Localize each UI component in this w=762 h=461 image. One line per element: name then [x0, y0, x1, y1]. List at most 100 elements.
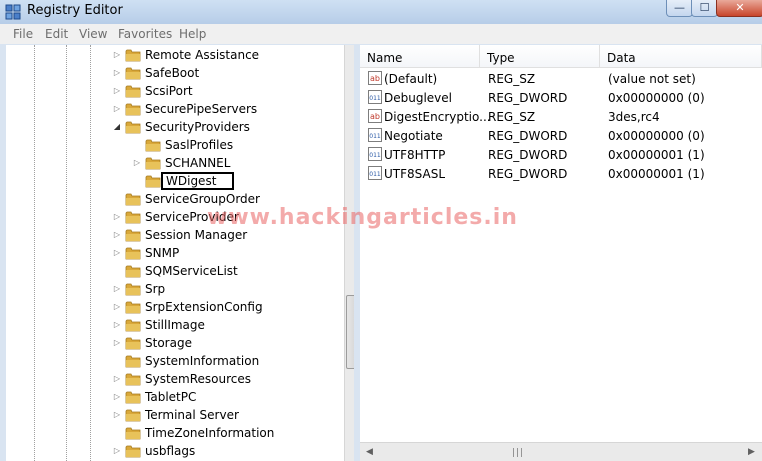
- expand-arrow-icon[interactable]: ▷: [112, 104, 122, 114]
- value-data-cell: 0x00000001 (1): [608, 167, 705, 181]
- registry-tree[interactable]: ▷ Remote Assistance ▷ SafeBoot ▷ ScsiPort ▷ Sec…: [6, 45, 354, 461]
- maximize-button[interactable]: ☐: [691, 0, 718, 17]
- tree-item-label: SecurePipeServers: [145, 102, 258, 116]
- folder-icon: [145, 139, 161, 152]
- menu-edit[interactable]: Edit: [45, 27, 68, 41]
- expand-arrow-icon[interactable]: ▷: [112, 284, 122, 294]
- folder-icon: [125, 319, 141, 332]
- tree-item-label: Storage: [145, 336, 192, 350]
- value-data-cell: (value not set): [608, 72, 696, 86]
- folder-icon: [125, 427, 141, 440]
- expand-arrow-icon[interactable]: ▷: [112, 212, 122, 222]
- expand-arrow-icon[interactable]: ▷: [112, 86, 122, 96]
- minimize-button[interactable]: —: [666, 0, 693, 17]
- tree-item-label: Terminal Server: [145, 408, 239, 422]
- tree-item-securityproviders[interactable]: ◢ SecurityProviders: [112, 119, 336, 137]
- folder-icon: [125, 301, 141, 314]
- expand-arrow-icon[interactable]: ▷: [112, 50, 122, 60]
- value-name-cell: Negotiate: [384, 129, 443, 143]
- folder-icon: [125, 247, 141, 260]
- tree-item-label: SQMServiceList: [145, 264, 238, 278]
- expand-arrow-icon[interactable]: ▷: [112, 338, 122, 348]
- string-value-icon: ab: [368, 71, 382, 85]
- tree-item-stillimage[interactable]: ▷ StillImage: [112, 317, 336, 335]
- tree-item-label: Remote Assistance: [145, 48, 260, 62]
- expand-arrow-icon[interactable]: ▷: [112, 248, 122, 258]
- tree-scrollbar-thumb[interactable]: [346, 295, 354, 369]
- close-button[interactable]: ✕: [716, 0, 762, 17]
- value-name-cell: (Default): [384, 72, 438, 86]
- tree-item-tabletpc[interactable]: ▷ TabletPC: [112, 389, 336, 407]
- menu-help[interactable]: Help: [179, 27, 206, 41]
- expand-arrow-icon[interactable]: ▷: [112, 68, 122, 78]
- column-header-name[interactable]: Name: [360, 45, 480, 68]
- tree-connector: [112, 356, 122, 366]
- expand-arrow-icon[interactable]: ▷: [112, 446, 122, 456]
- expand-arrow-icon[interactable]: ▷: [132, 158, 142, 168]
- value-row[interactable]: ab DigestEncryptio... REG_SZ 3des,rc4: [360, 108, 762, 127]
- value-data-cell: 0x00000000 (0): [608, 129, 705, 143]
- tree-item-saslprofiles[interactable]: SaslProfiles: [132, 137, 336, 155]
- tree-item-label: SrpExtensionConfig: [145, 300, 263, 314]
- expand-arrow-icon[interactable]: ▷: [112, 392, 122, 402]
- expand-arrow-icon[interactable]: ▷: [112, 374, 122, 384]
- tree-item-label: SaslProfiles: [165, 138, 234, 152]
- tree-item-usbflags[interactable]: ▷ usbflags: [112, 443, 336, 461]
- scroll-right-arrow-icon[interactable]: ▶: [748, 447, 755, 457]
- registry-editor-icon: [5, 4, 21, 20]
- tree-item-wdigest[interactable]: WDigest: [132, 172, 336, 191]
- tree-item-systeminformation[interactable]: SystemInformation: [112, 353, 336, 371]
- value-row[interactable]: 011 Debuglevel REG_DWORD 0x00000000 (0): [360, 89, 762, 108]
- folder-icon: [125, 67, 141, 80]
- expand-arrow-icon[interactable]: ▷: [112, 410, 122, 420]
- tree-item-remote-assistance[interactable]: ▷ Remote Assistance: [112, 47, 336, 65]
- value-row[interactable]: 011 Negotiate REG_DWORD 0x00000000 (0): [360, 127, 762, 146]
- tree-scrollbar[interactable]: [344, 45, 354, 461]
- tree-connector: [112, 266, 122, 276]
- values-pane[interactable]: Name Type Data ab (Default) REG_SZ (value n…: [360, 45, 762, 461]
- column-header-type[interactable]: Type: [480, 45, 600, 68]
- expand-arrow-icon[interactable]: ▷: [112, 302, 122, 312]
- tree-item-timezoneinformation[interactable]: TimeZoneInformation: [112, 425, 336, 443]
- values-horizontal-scrollbar[interactable]: ◀ ||| ▶: [360, 442, 762, 461]
- tree-item-terminal-server[interactable]: ▷ Terminal Server: [112, 407, 336, 425]
- binary-value-icon: 011: [368, 90, 382, 104]
- folder-icon: [125, 445, 141, 458]
- value-data-cell: 0x00000000 (0): [608, 91, 705, 105]
- value-row[interactable]: ab (Default) REG_SZ (value not set): [360, 70, 762, 89]
- folder-icon: [125, 193, 141, 206]
- tree-item-label: SNMP: [145, 246, 180, 260]
- value-row[interactable]: 011 UTF8HTTP REG_DWORD 0x00000001 (1): [360, 146, 762, 165]
- folder-icon: [125, 337, 141, 350]
- value-name-cell: DigestEncryptio...: [384, 110, 491, 124]
- value-name-cell: UTF8HTTP: [384, 148, 446, 162]
- scroll-left-arrow-icon[interactable]: ◀: [366, 447, 373, 457]
- menu-favorites[interactable]: Favorites: [118, 27, 172, 41]
- tree-item-snmp[interactable]: ▷ SNMP: [112, 245, 336, 263]
- binary-value-icon: 011: [368, 147, 382, 161]
- menu-view[interactable]: View: [79, 27, 107, 41]
- scroll-grip-icon[interactable]: |||: [512, 448, 524, 458]
- folder-icon: [125, 85, 141, 98]
- tree-item-srpextensionconfig[interactable]: ▷ SrpExtensionConfig: [112, 299, 336, 317]
- tree-item-safeboot[interactable]: ▷ SafeBoot: [112, 65, 336, 83]
- tree-item-systemresources[interactable]: ▷ SystemResources: [112, 371, 336, 389]
- binary-value-icon: 011: [368, 166, 382, 180]
- menu-file[interactable]: File: [13, 27, 33, 41]
- value-row[interactable]: 011 UTF8SASL REG_DWORD 0x00000001 (1): [360, 165, 762, 184]
- tree-item-sqmservicelist[interactable]: SQMServiceList: [112, 263, 336, 281]
- tree-item-storage[interactable]: ▷ Storage: [112, 335, 336, 353]
- tree-item-srp[interactable]: ▷ Srp: [112, 281, 336, 299]
- folder-icon: [125, 49, 141, 62]
- column-header-data[interactable]: Data: [600, 45, 762, 68]
- expand-arrow-icon[interactable]: ▷: [112, 230, 122, 240]
- tree-item-label: ScsiPort: [145, 84, 193, 98]
- tree-item-scsiport[interactable]: ▷ ScsiPort: [112, 83, 336, 101]
- tree-item-securepipeservers[interactable]: ▷ SecurePipeServers: [112, 101, 336, 119]
- folder-icon: [125, 103, 141, 116]
- collapse-arrow-icon[interactable]: ◢: [112, 122, 122, 132]
- tree-item-label: WDigest: [161, 172, 235, 190]
- tree-item-schannel[interactable]: ▷ SCHANNEL: [132, 155, 336, 173]
- tree-connector: [112, 428, 122, 438]
- expand-arrow-icon[interactable]: ▷: [112, 320, 122, 330]
